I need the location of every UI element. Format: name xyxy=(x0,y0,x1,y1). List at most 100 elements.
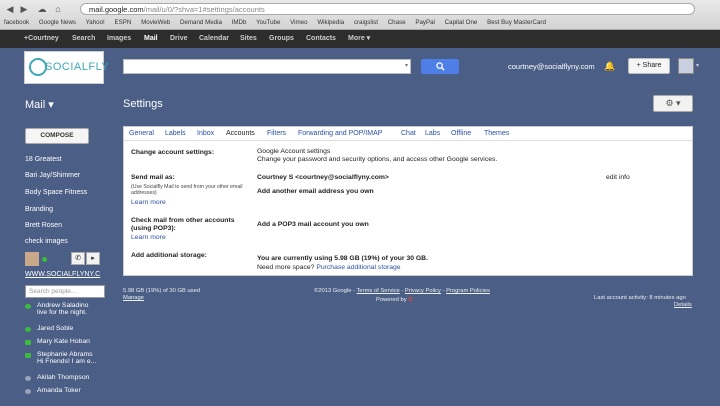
tab-filters[interactable]: Filters xyxy=(267,130,286,137)
gbar-more[interactable]: More ▾ xyxy=(348,30,370,48)
notification-bell-icon[interactable]: 🔔 xyxy=(604,61,615,72)
tab-general[interactable]: General xyxy=(129,130,154,137)
bookmark-item[interactable]: Vimeo xyxy=(290,19,307,26)
copyright-text: ©2013 Google - xyxy=(314,288,356,294)
bookmark-item[interactable]: Best Buy MasterCard xyxy=(487,19,546,26)
offline-status-icon xyxy=(25,376,31,381)
bookmark-item[interactable]: PayPal xyxy=(415,19,435,26)
gbar-courtney[interactable]: +Courtney xyxy=(24,30,59,48)
terms-link[interactable]: Terms of Service xyxy=(357,288,400,294)
bookmark-item[interactable]: Capital One xyxy=(445,19,478,26)
tab-accounts[interactable]: Accounts xyxy=(226,130,255,137)
send-learn-more-link[interactable]: Learn more xyxy=(131,199,166,207)
bookmark-item[interactable]: IMDb xyxy=(232,19,247,26)
tab-forwarding[interactable]: Forwarding and POP/IMAP xyxy=(298,130,382,137)
powered-by-text: Powered by xyxy=(376,297,407,303)
privacy-link[interactable]: Privacy Policy xyxy=(405,288,441,294)
purchase-storage-link[interactable]: Purchase additional storage xyxy=(316,264,400,271)
avatar-chevron-icon[interactable]: ▾ xyxy=(696,62,699,69)
contact-name: Mary Kate Hoban xyxy=(37,338,90,345)
storage-question: Need more space? xyxy=(257,264,315,271)
check-mail-label: Check mail from other accounts (using PO… xyxy=(131,217,235,232)
back-icon[interactable]: ◀ xyxy=(4,4,16,14)
call-icon[interactable]: ✆ xyxy=(71,252,85,265)
gbar-calendar[interactable]: Calendar xyxy=(199,30,229,48)
contact-item[interactable]: Andrew Saladino live for the night. xyxy=(25,302,88,316)
change-account-label: Change account settings: xyxy=(131,149,215,156)
home-icon[interactable]: ⌂ xyxy=(52,4,64,14)
mail-menu[interactable]: Mail ▾ xyxy=(25,98,54,111)
label-item[interactable]: Body Space Fitness xyxy=(25,189,87,196)
bookmark-item[interactable]: facebook xyxy=(4,19,29,26)
tab-themes[interactable]: Themes xyxy=(484,130,509,137)
socialfly-link[interactable]: WWW.SOCIALFLYNY.C xyxy=(25,271,100,278)
video-icon[interactable]: ▸ xyxy=(86,252,100,265)
contact-item[interactable]: Jared Soble xyxy=(25,325,73,332)
forward-icon[interactable]: ▶ xyxy=(18,4,30,14)
manage-link[interactable]: Manage xyxy=(123,295,144,302)
search-input[interactable]: ▾ xyxy=(123,59,411,74)
search-button[interactable] xyxy=(421,59,459,74)
search-icon xyxy=(435,62,445,71)
settings-tabs: General Labels Inbox Accounts Filters Fo… xyxy=(124,127,692,141)
cloud-icon[interactable]: ☁ xyxy=(36,4,48,14)
share-button[interactable]: + Share xyxy=(628,58,670,74)
contact-name: Amanda Toker xyxy=(37,387,81,394)
bookmark-item[interactable]: Chase xyxy=(388,19,406,26)
contact-item[interactable]: Amanda Toker xyxy=(25,387,81,394)
program-policies-link[interactable]: Program Policies xyxy=(446,288,490,294)
powered-by: Powered by G xyxy=(376,297,413,304)
last-activity: Last account activity: 8 minutes ago xyxy=(594,295,686,301)
label-item[interactable]: check images xyxy=(25,238,68,245)
gbar-groups[interactable]: Groups xyxy=(269,30,294,48)
gbar-search[interactable]: Search xyxy=(72,30,95,48)
settings-gear-button[interactable]: ⚙ ▾ xyxy=(653,95,693,112)
tab-labels[interactable]: Labels xyxy=(165,130,186,137)
search-people-input[interactable]: Search people... xyxy=(25,285,105,298)
browser-chrome: ◀ ▶ ☁ ⌂ mail.google.com/mail/u/0/?shva=1… xyxy=(0,0,720,30)
storage-label: Add additional storage: xyxy=(131,252,207,259)
label-item[interactable]: Branding xyxy=(25,206,53,213)
contact-name: Stephanie Abrams xyxy=(37,351,93,358)
gbar-sites[interactable]: Sites xyxy=(240,30,257,48)
tab-offline[interactable]: Offline xyxy=(451,130,471,137)
label-item[interactable]: 18 Greatest xyxy=(25,156,62,163)
label-item[interactable]: Bari Jay/Shimmer xyxy=(25,172,80,179)
gbar-mail[interactable]: Mail xyxy=(144,30,158,48)
storage-usage: You are currently using 5.98 GB (19%) of… xyxy=(257,255,428,262)
add-pop3-link[interactable]: Add a POP3 mail account you own xyxy=(257,221,369,229)
edit-info-link[interactable]: edit info xyxy=(606,174,630,182)
bookmark-item[interactable]: Yahoo! xyxy=(86,19,105,26)
google-bar: +Courtney Search Images Mail Drive Calen… xyxy=(0,30,720,48)
tab-chat[interactable]: Chat xyxy=(401,130,416,137)
bookmark-item[interactable]: MovieWeb xyxy=(141,19,170,26)
gbar-drive[interactable]: Drive xyxy=(170,30,188,48)
tab-labs[interactable]: Labs xyxy=(425,130,440,137)
contact-item[interactable]: Akilah Thompson xyxy=(25,374,89,381)
bookmark-item[interactable]: Demand Media xyxy=(180,19,222,26)
status-dot-icon[interactable] xyxy=(42,257,47,262)
account-avatar[interactable] xyxy=(678,58,694,74)
tab-inbox[interactable]: Inbox xyxy=(197,130,214,137)
add-email-link[interactable]: Add another email address you own xyxy=(257,188,374,196)
bookmark-item[interactable]: Google News xyxy=(39,19,76,26)
contact-item[interactable]: Mary Kate Hoban xyxy=(25,338,90,345)
bookmark-item[interactable]: YouTube xyxy=(256,19,280,26)
user-avatar[interactable] xyxy=(25,252,39,266)
bookmark-item[interactable]: ESPN xyxy=(115,19,132,26)
search-options-chevron-icon[interactable]: ▾ xyxy=(405,62,408,69)
bookmark-item[interactable]: craigslist xyxy=(354,19,378,26)
check-learn-more-link[interactable]: Learn more xyxy=(131,234,166,242)
details-link[interactable]: Details xyxy=(674,302,692,309)
socialfly-logo[interactable]: SOCIALFLY xyxy=(24,51,109,84)
gbar-contacts[interactable]: Contacts xyxy=(306,30,336,48)
bookmark-item[interactable]: Wikipedia xyxy=(317,19,344,26)
compose-button[interactable]: COMPOSE xyxy=(25,128,89,144)
account-email[interactable]: courtney@socialflyny.com xyxy=(508,62,595,71)
gbar-images[interactable]: Images xyxy=(107,30,131,48)
gmail-header: SOCIALFLY ▾ courtney@socialflyny.com 🔔 +… xyxy=(0,48,720,88)
google-account-settings-link[interactable]: Google Account settings xyxy=(257,148,330,156)
contact-item[interactable]: Stephanie Abrams Hi Friends! I am e... xyxy=(25,351,96,365)
address-bar[interactable]: mail.google.com/mail/u/0/?shva=1#setting… xyxy=(80,3,695,15)
label-item[interactable]: Brett Rosen xyxy=(25,222,62,229)
